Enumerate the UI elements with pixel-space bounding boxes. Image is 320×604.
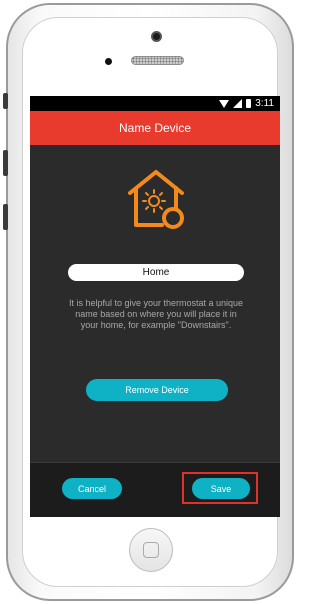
status-time: 3:11 [255, 98, 274, 109]
mute-switch [3, 93, 8, 109]
page-title: Name Device [118, 121, 192, 135]
app-screen: 3:11 Name Device It is helpful to give y… [30, 96, 280, 517]
front-camera [151, 31, 162, 42]
bottom-action-bar: Cancel Save [30, 462, 280, 517]
battery-icon [246, 99, 252, 108]
header-bar: Name Device [30, 111, 280, 145]
volume-up-button [3, 150, 8, 176]
status-icons: 3:11 [219, 98, 274, 109]
wifi-icon [219, 99, 230, 108]
home-button[interactable] [129, 528, 173, 572]
house-sun-icon [128, 170, 184, 229]
device-name-input[interactable] [68, 264, 244, 281]
status-bar: 3:11 [30, 96, 280, 111]
save-button[interactable]: Save [192, 478, 250, 499]
signal-icon [233, 99, 243, 108]
cancel-button[interactable]: Cancel [62, 478, 122, 499]
earpiece-speaker [131, 56, 184, 65]
proximity-sensor [105, 58, 112, 65]
volume-down-button [3, 204, 8, 230]
help-text: It is helpful to give your thermostat a … [68, 298, 244, 330]
home-square-icon [143, 542, 159, 558]
remove-device-button[interactable]: Remove Device [86, 379, 228, 401]
